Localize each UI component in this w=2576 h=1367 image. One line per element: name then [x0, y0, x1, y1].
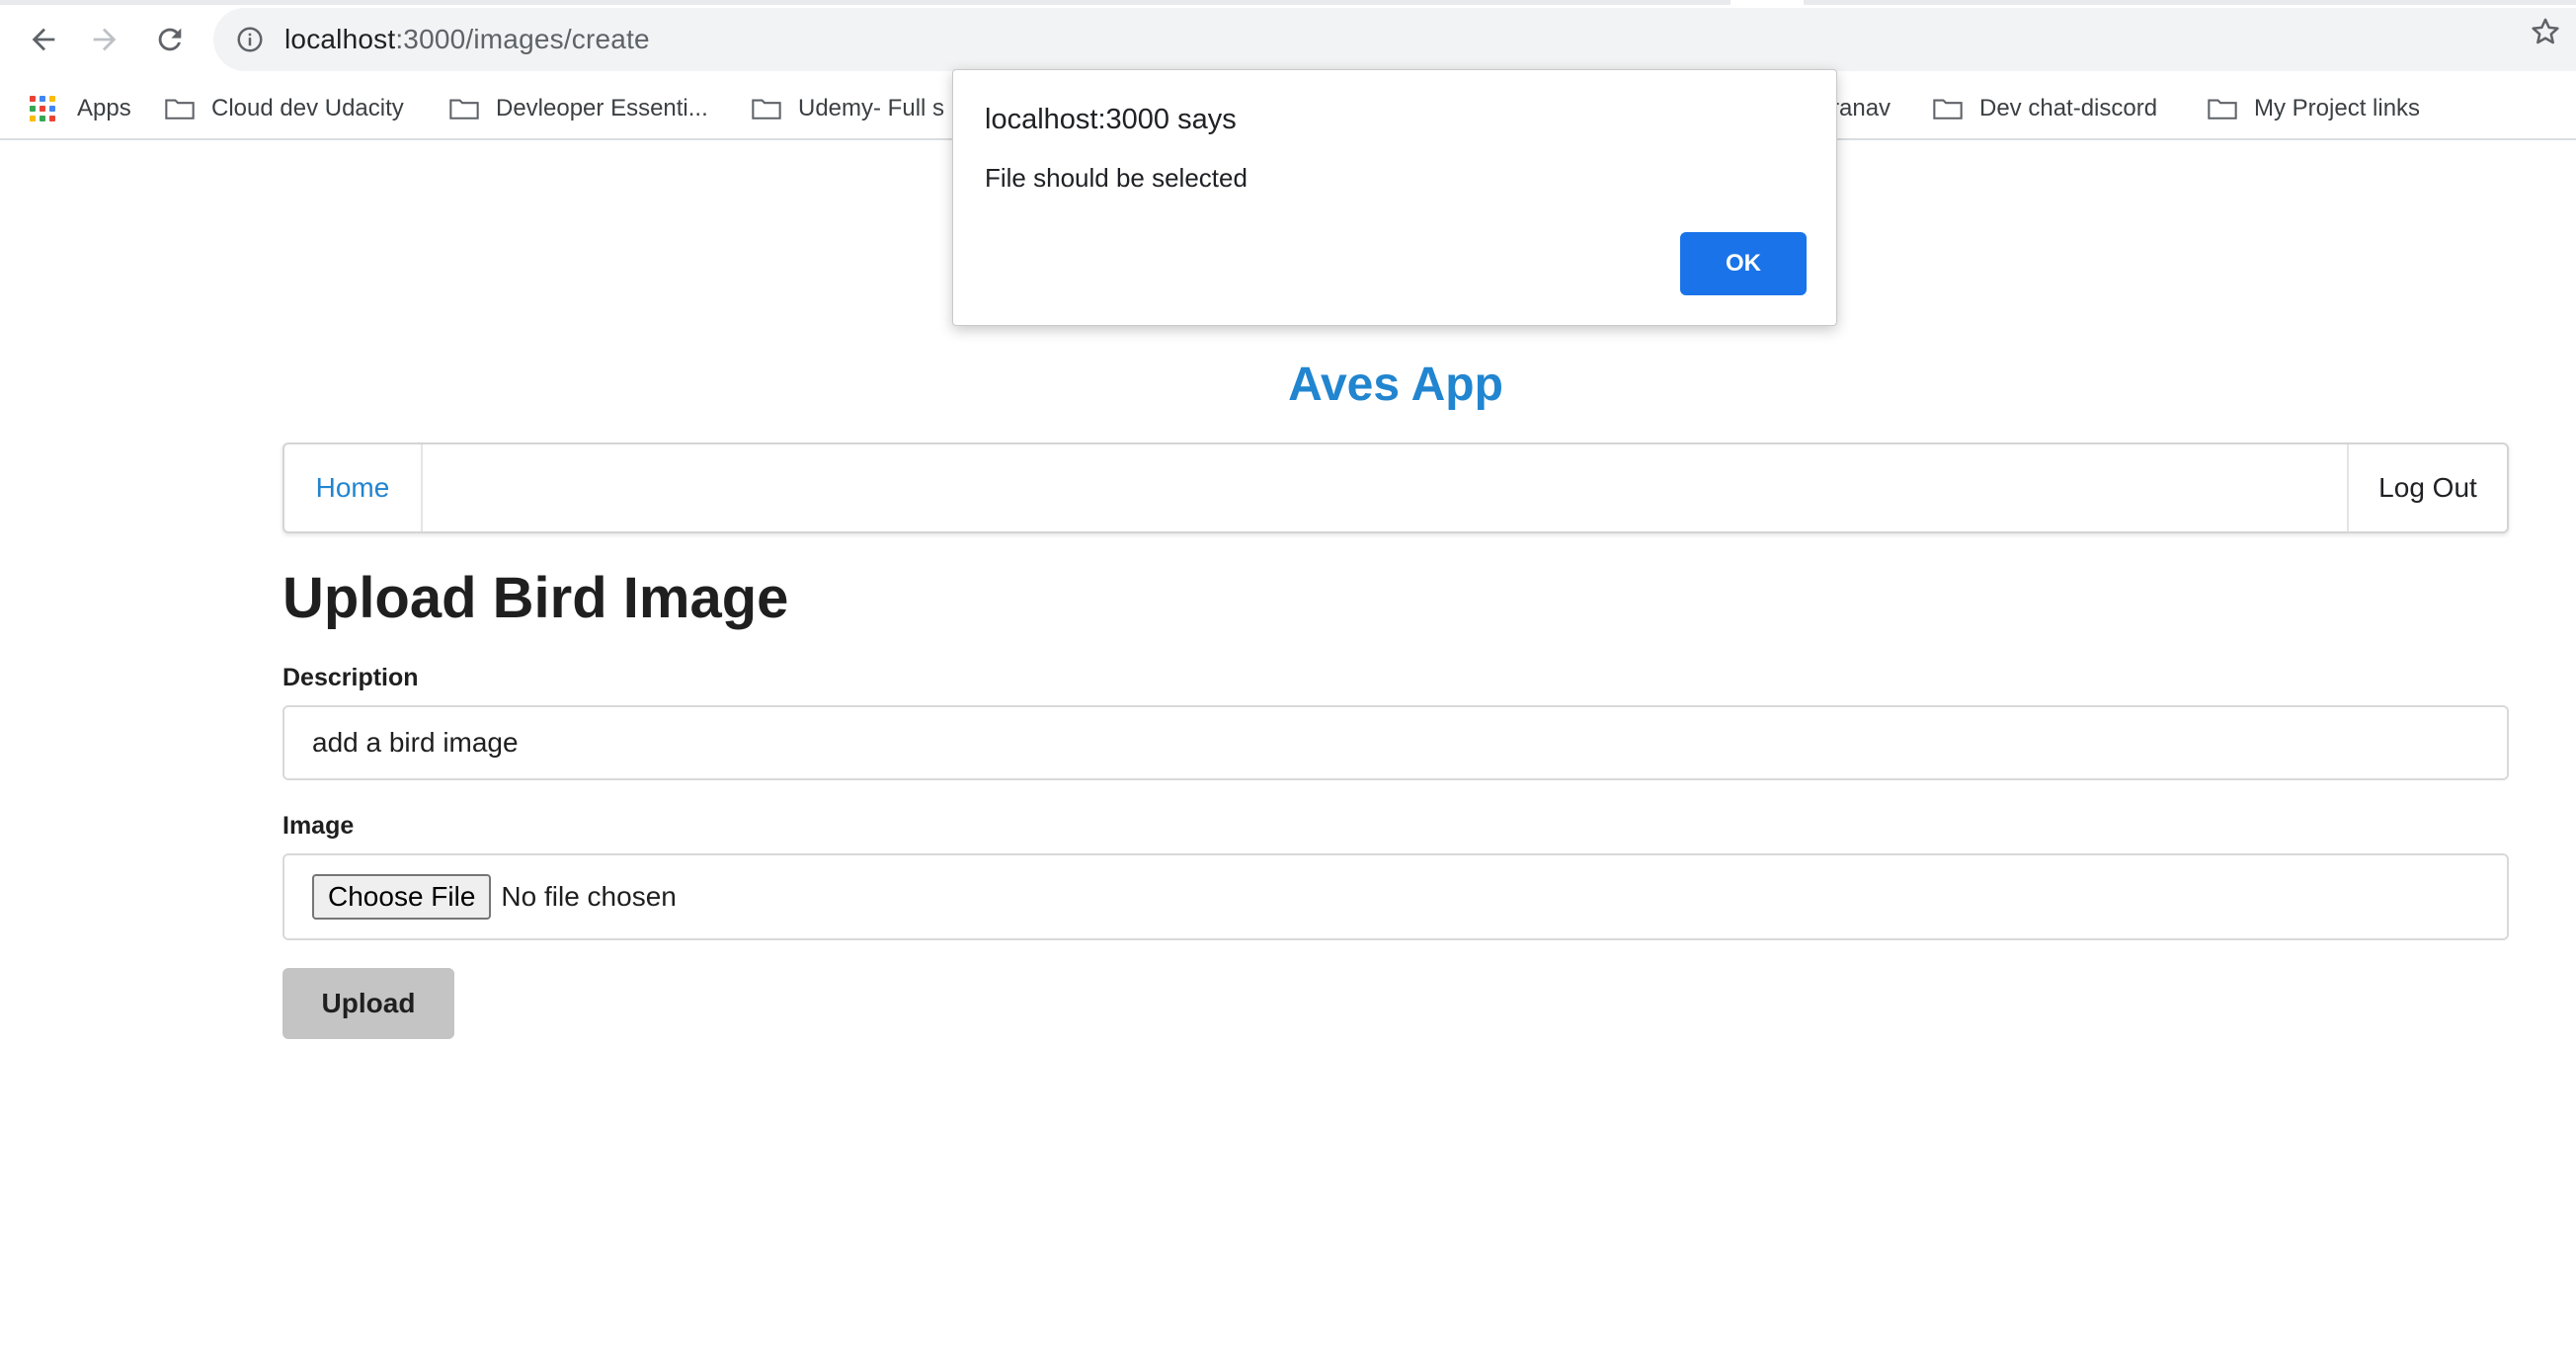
apps-grid-icon: [30, 96, 61, 121]
description-input[interactable]: [282, 705, 2509, 780]
bookmark-apps[interactable]: Apps: [30, 79, 131, 138]
bookmark-label: Cloud dev Udacity: [211, 95, 404, 121]
bookmark-label: Apps: [77, 95, 131, 121]
back-button[interactable]: [14, 12, 73, 67]
bookmark-label: Devleoper Essenti...: [496, 95, 708, 121]
page-title: Upload Bird Image: [282, 566, 789, 630]
folder-icon: [751, 96, 782, 121]
menu-item-home[interactable]: Home: [284, 444, 423, 531]
top-menu: Home Log Out: [282, 442, 2509, 533]
forward-button[interactable]: [75, 12, 134, 67]
bookmark-star-icon[interactable]: [2529, 15, 2562, 48]
no-file-chosen-text: No file chosen: [501, 881, 677, 912]
dialog-message: File should be selected: [985, 163, 1248, 193]
address-bar[interactable]: localhost:3000/images/create: [213, 8, 2576, 71]
bookmark-label: My Project links: [2254, 95, 2421, 121]
image-label: Image: [282, 812, 355, 840]
forward-arrow-icon: [93, 28, 117, 51]
dialog-title: localhost:3000 says: [985, 104, 1237, 135]
bookmark-label: Udemy- Full s: [798, 95, 945, 121]
tab-strip: [0, 0, 2576, 5]
image-file-field: Choose File No file chosen: [282, 853, 2509, 940]
bookmark-folder-dev-chat-discord[interactable]: Dev chat-discord: [1932, 79, 2157, 138]
folder-icon: [1932, 96, 1964, 121]
choose-file-button[interactable]: Choose File: [312, 874, 492, 920]
bookmark-folder-my-project-links[interactable]: My Project links: [2207, 79, 2420, 138]
reload-button[interactable]: [140, 12, 200, 67]
bookmark-folder-cloud-dev-udacity[interactable]: Cloud dev Udacity: [164, 79, 404, 138]
url-text: localhost:3000/images/create: [284, 24, 650, 54]
description-label: Description: [282, 664, 419, 691]
site-info-icon[interactable]: [233, 23, 267, 56]
folder-icon: [164, 96, 196, 121]
back-arrow-icon: [32, 28, 55, 51]
reload-icon: [158, 28, 182, 51]
folder-icon: [448, 96, 480, 121]
bookmark-label: Dev chat-discord: [1979, 95, 2158, 121]
dialog-ok-button[interactable]: OK: [1680, 232, 1807, 295]
menu-item-logout[interactable]: Log Out: [2347, 444, 2507, 531]
alert-dialog: localhost:3000 says File should be selec…: [952, 69, 1837, 326]
folder-icon: [2207, 96, 2238, 121]
upload-button[interactable]: Upload: [282, 968, 454, 1039]
bookmark-folder-developer-essentials[interactable]: Devleoper Essenti...: [448, 79, 708, 138]
app-brand-title: Aves App: [1288, 359, 1503, 411]
browser-toolbar: localhost:3000/images/create: [0, 0, 2576, 79]
bookmark-folder-udemy[interactable]: Udemy- Full s: [751, 79, 944, 138]
